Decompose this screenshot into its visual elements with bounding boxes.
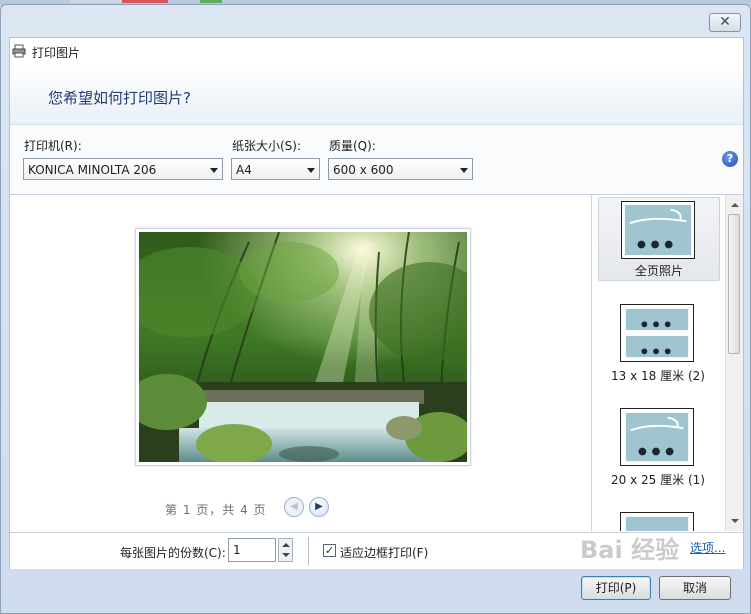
quality-select[interactable]: 600 x 600 [328, 158, 473, 180]
copies-label: 每张图片的份数(C): [120, 546, 226, 560]
dialog-panel: 打印图片 您希望如何打印图片? 打印机(R): KONICA MINOLTA 2… [9, 37, 744, 569]
quality-label: 质量(Q): [329, 139, 376, 153]
printer-value: KONICA MINOLTA 206 [28, 163, 157, 177]
increment-icon[interactable] [282, 543, 290, 547]
taskbar-item [122, 0, 168, 3]
cancel-button[interactable]: 取消 [659, 576, 731, 600]
copies-input[interactable]: 1 [228, 538, 276, 562]
taskbar-item [70, 0, 122, 3]
scrollbar-thumb[interactable] [728, 214, 740, 354]
paper-size-label: 纸张大小(S): [232, 139, 302, 153]
layout-thumbnail [620, 512, 694, 531]
full-page-thumbnail [621, 201, 695, 259]
page-title: 您希望如何打印图片? [48, 89, 191, 107]
arrow-left-icon: ◀ [290, 501, 298, 512]
layout-option-partial[interactable] [598, 510, 718, 531]
layout-label: 20 x 25 厘米 (1) [611, 473, 705, 487]
options-link[interactable]: 选项... [690, 539, 725, 556]
chevron-down-icon [210, 168, 218, 173]
fit-to-frame-label: 适应边框打印(F) [340, 546, 429, 560]
layout-label: 全页照片 [634, 264, 683, 278]
window-title: 打印图片 [32, 46, 81, 60]
print-button[interactable]: 打印(P) [581, 576, 651, 600]
arrow-right-icon: ▶ [315, 501, 323, 512]
next-page-button[interactable]: ▶ [309, 497, 329, 517]
forest-waterfall-photo [139, 232, 467, 462]
preview-page [135, 228, 471, 466]
page-indicator: 第 1 页，共 4 页 [165, 503, 267, 517]
previous-page-button[interactable]: ◀ [284, 497, 304, 517]
title-bar: 打印图片 [10, 38, 743, 66]
printer-icon [12, 44, 26, 58]
header-band: 您希望如何打印图片? [10, 66, 743, 125]
close-icon: ✕ [719, 14, 731, 30]
copies-stepper[interactable] [278, 538, 293, 562]
print-pictures-dialog: ✕ 打印图片 您希望如何打印图片? 打印机(R): KONICA MINOLTA… [0, 4, 751, 614]
two-photo-thumbnail [620, 304, 694, 362]
help-icon[interactable]: ? [722, 151, 738, 167]
printer-label: 打印机(R): [24, 139, 82, 153]
layout-option-13x18[interactable]: 13 x 18 厘米 (2) [598, 302, 718, 384]
chevron-down-icon [460, 168, 468, 173]
single-photo-thumbnail [620, 408, 694, 466]
fit-to-frame-checkbox[interactable]: ✓ [323, 544, 336, 557]
layout-option-full-page[interactable]: 全页照片 [598, 197, 720, 281]
copies-value: 1 [233, 543, 241, 557]
watermark: Bai 经验 [580, 536, 680, 564]
layout-scrollbar[interactable] [725, 195, 743, 531]
settings-row: 打印机(R): KONICA MINOLTA 206 纸张大小(S): A4 质… [10, 125, 743, 195]
layout-list: 全页照片 13 x 18 厘米 (2) 20 x 25 厘米 (1) [592, 195, 725, 531]
chevron-down-icon [307, 168, 315, 173]
scroll-up-icon[interactable] [731, 203, 739, 207]
preview-area: 第 1 页，共 4 页 ◀ ▶ [10, 195, 592, 531]
decrement-icon[interactable] [282, 553, 290, 557]
taskbar-item [200, 0, 222, 3]
paper-size-value: A4 [236, 163, 252, 177]
divider [308, 537, 309, 565]
layout-option-20x25[interactable]: 20 x 25 厘米 (1) [598, 406, 718, 488]
scroll-down-icon[interactable] [731, 519, 739, 523]
quality-value: 600 x 600 [333, 163, 394, 177]
printer-select[interactable]: KONICA MINOLTA 206 [23, 158, 223, 180]
layout-label: 13 x 18 厘米 (2) [611, 369, 705, 383]
paper-size-select[interactable]: A4 [231, 158, 320, 180]
close-button[interactable]: ✕ [709, 13, 741, 32]
